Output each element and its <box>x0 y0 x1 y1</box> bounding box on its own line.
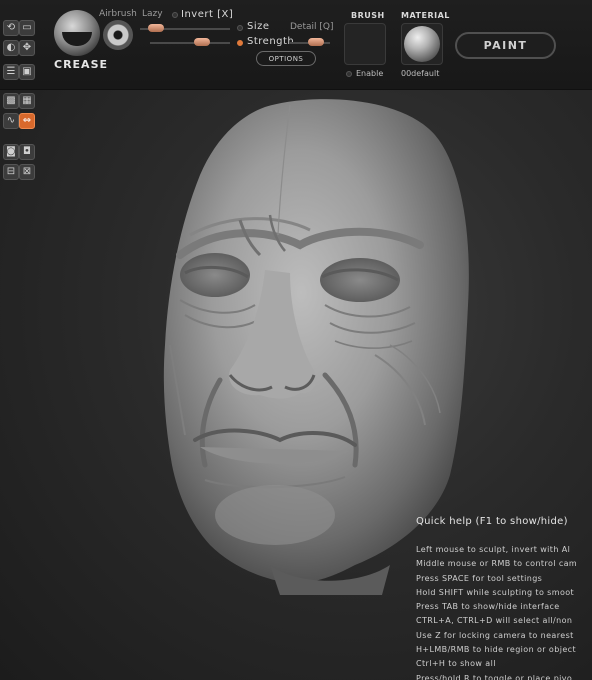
quick-help-line: Press TAB to show/hide interface <box>416 602 560 612</box>
invert-radio[interactable] <box>172 12 178 18</box>
lazy-toggle[interactable]: Lazy <box>142 9 163 19</box>
scene-icon[interactable]: ◘ <box>19 144 35 160</box>
crop-icon[interactable]: ▭ <box>19 20 35 36</box>
quick-help-line: Press SPACE for tool settings <box>416 573 543 583</box>
brush-texture-slot[interactable] <box>344 23 386 65</box>
brush-preview-icon[interactable] <box>54 10 100 56</box>
wave-icon[interactable]: ∿ <box>3 113 19 129</box>
material-panel-title: MATERIAL <box>401 11 450 20</box>
quick-help-list: Left mouse to sculpt, invert with Al Midd… <box>416 545 577 680</box>
detail-label[interactable]: Detail [Q] <box>290 22 333 32</box>
strength-radio[interactable] <box>237 40 243 46</box>
quick-help-line: Use Z for locking camera to nearest <box>416 630 574 640</box>
grid-icon[interactable]: ▦ <box>19 93 35 109</box>
save-icon[interactable]: ⊟ <box>3 164 19 180</box>
quick-help-line: CTRL+A, CTRL+D will select all/non <box>416 616 573 626</box>
enable-label[interactable]: Enable <box>356 69 383 78</box>
stroke-type-icon[interactable] <box>103 20 133 50</box>
size-label: Size <box>247 21 270 32</box>
quick-help-line: H+LMB/RMB to hide region or object <box>416 645 576 655</box>
size-slider-track[interactable] <box>150 42 230 44</box>
brush-name: CREASE <box>54 58 109 71</box>
symmetry-icon[interactable]: ⇔ <box>19 113 35 129</box>
quick-help-title: Quick help (F1 to show/hide) <box>416 516 568 527</box>
move-icon[interactable]: ✥ <box>19 40 35 56</box>
airbrush-toggle[interactable]: Airbrush <box>99 9 137 19</box>
quick-help-line: Ctrl+H to show all <box>416 659 496 669</box>
strength-slider-knob[interactable] <box>308 38 324 46</box>
strength-label: Strength <box>247 36 295 47</box>
rotate-icon[interactable]: ⟲ <box>3 20 19 36</box>
paint-button[interactable]: PAINT <box>455 32 556 59</box>
size-slider-knob[interactable] <box>194 38 210 46</box>
top-toolbar: CREASE Airbrush Lazy Invert [X] Size Det… <box>0 0 592 90</box>
material-sphere-icon <box>404 26 440 62</box>
size-radio[interactable] <box>237 25 243 31</box>
export-icon[interactable]: ⊠ <box>19 164 35 180</box>
material-name: 00default <box>401 69 440 78</box>
layers-icon[interactable]: ☰ <box>3 64 19 80</box>
brush-panel-title: BRUSH <box>351 11 385 20</box>
invert-label[interactable]: Invert [X] <box>181 9 233 20</box>
mask-icon[interactable]: ▩ <box>3 93 19 109</box>
quick-help-line: Middle mouse or RMB to control cam <box>416 559 578 569</box>
quick-help-line: Hold SHIFT while sculpting to smoot <box>416 587 575 597</box>
quick-help-line: Press/hold R to toggle or place pivo <box>416 673 573 680</box>
brush-shape-icon[interactable]: ◐ <box>3 40 19 56</box>
options-button[interactable]: OPTIONS <box>256 51 316 66</box>
quick-help-line: Left mouse to sculpt, invert with Al <box>416 545 571 554</box>
cube-icon[interactable]: ▣ <box>19 64 35 80</box>
enable-radio[interactable] <box>346 71 352 77</box>
material-slot[interactable] <box>401 23 443 65</box>
lazy-slider-knob[interactable] <box>148 24 164 32</box>
camera-icon[interactable]: ◙ <box>3 144 19 160</box>
